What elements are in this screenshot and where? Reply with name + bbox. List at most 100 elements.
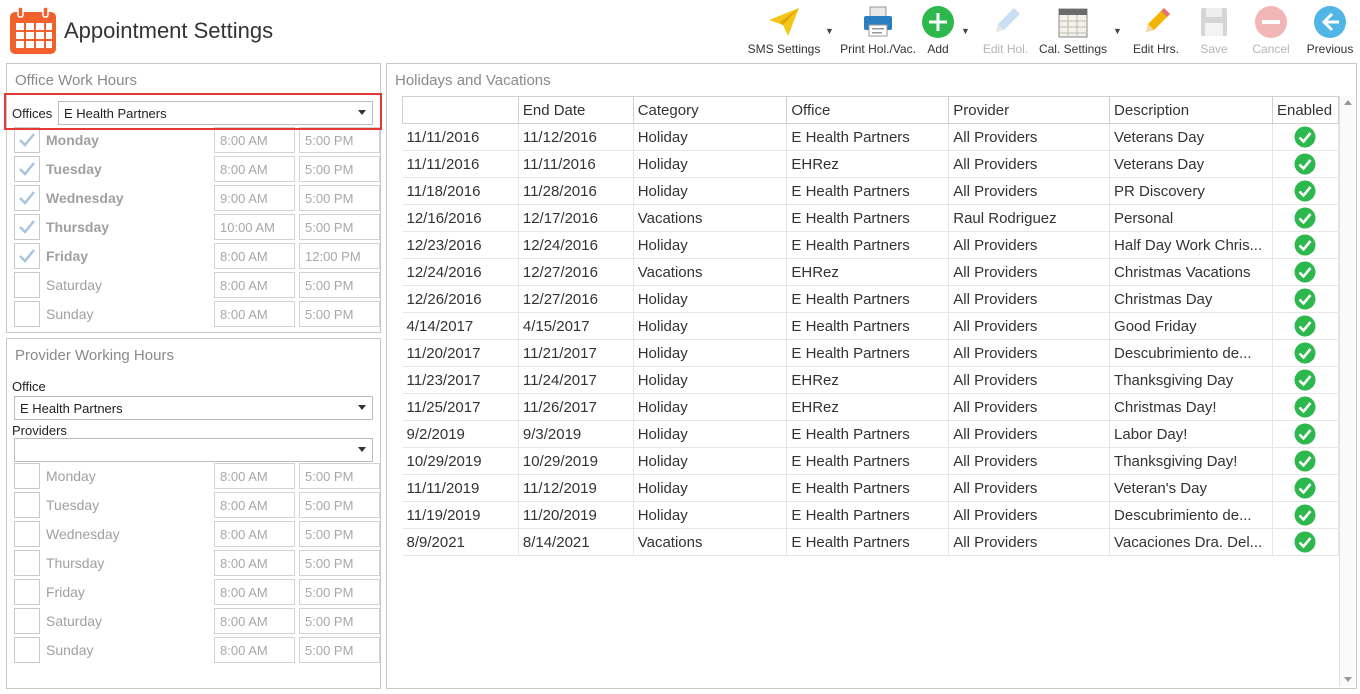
day-row-sunday: Sunday 8:00 AM 5:00 PM — [14, 637, 380, 664]
table-cell: 12/27/2016 — [518, 285, 634, 313]
table-row[interactable]: 11/19/2019 11/20/2019 Holiday E Health Part… — [402, 501, 1340, 529]
add-button[interactable]: Add — [918, 2, 958, 60]
edit-hours-button[interactable]: Edit Hrs. — [1128, 2, 1184, 60]
holidays-table[interactable]: End Date Category Office Provider Descriptio… — [402, 96, 1340, 556]
end-time-field[interactable]: 5:00 PM — [299, 579, 380, 605]
table-cell: Holiday — [633, 231, 788, 259]
day-checkbox[interactable] — [14, 214, 40, 240]
table-row[interactable]: 11/11/2016 11/11/2016 Holiday EHRez All Prov… — [402, 150, 1340, 178]
day-checkbox[interactable] — [14, 608, 40, 634]
table-row[interactable]: 9/2/2019 9/3/2019 Holiday E Health Partners… — [402, 420, 1340, 448]
previous-button[interactable]: Previous — [1304, 2, 1356, 60]
day-checkbox[interactable] — [14, 492, 40, 518]
end-time-field[interactable]: 5:00 PM — [299, 550, 380, 576]
column-header[interactable] — [402, 96, 519, 124]
start-time-field[interactable]: 9:00 AM — [214, 185, 295, 211]
scroll-down-icon[interactable] — [1344, 677, 1352, 682]
end-time-field[interactable]: 5:00 PM — [299, 127, 380, 153]
print-holidays-button[interactable]: Print Hol./Vac. — [838, 2, 918, 60]
table-cell: All Providers — [948, 150, 1111, 178]
vertical-scrollbar[interactable] — [1339, 96, 1355, 686]
end-time-field[interactable]: 5:00 PM — [299, 521, 380, 547]
sms-settings-button[interactable]: SMS Settings — [745, 2, 823, 60]
end-time-field[interactable]: 5:00 PM — [299, 185, 380, 211]
table-row[interactable]: 11/25/2017 11/26/2017 Holiday EHRez All Prov… — [402, 393, 1340, 421]
day-checkbox[interactable] — [14, 185, 40, 211]
start-time-field[interactable]: 8:00 AM — [214, 272, 295, 298]
start-time-field[interactable]: 8:00 AM — [214, 127, 295, 153]
calendar-settings-dropdown-arrow[interactable]: ▼ — [1113, 26, 1122, 36]
column-header[interactable]: Description — [1109, 96, 1273, 124]
day-checkbox[interactable] — [14, 579, 40, 605]
end-time-field[interactable]: 5:00 PM — [299, 214, 380, 240]
table-cell: E Health Partners — [786, 339, 950, 367]
end-time-field[interactable]: 5:00 PM — [299, 608, 380, 634]
day-checkbox[interactable] — [14, 637, 40, 663]
start-time-field[interactable]: 8:00 AM — [214, 550, 295, 576]
day-checkbox[interactable] — [14, 272, 40, 298]
table-row[interactable]: 12/23/2016 12/24/2016 Holiday E Health Part… — [402, 231, 1340, 259]
day-label: Sunday — [46, 306, 94, 322]
day-checkbox[interactable] — [14, 521, 40, 547]
column-header[interactable]: Provider — [948, 96, 1111, 124]
table-row[interactable]: 12/16/2016 12/17/2016 Vacations E Health Pa… — [402, 204, 1340, 232]
end-time-field[interactable]: 5:00 PM — [299, 637, 380, 663]
table-row[interactable]: 12/26/2016 12/27/2016 Holiday E Health Part… — [402, 285, 1340, 313]
providers-select[interactable] — [14, 438, 373, 462]
calendar-settings-button[interactable]: Cal. Settings — [1035, 2, 1111, 60]
end-time-field[interactable]: 5:00 PM — [299, 463, 380, 489]
table-cell: All Providers — [948, 474, 1111, 502]
table-row[interactable]: 10/29/2019 10/29/2019 Holiday E Health Part… — [402, 447, 1340, 475]
edit-holiday-button[interactable]: Edit Hol. — [978, 2, 1033, 60]
column-header[interactable]: Category — [632, 96, 788, 124]
save-button[interactable]: Save — [1192, 2, 1236, 60]
start-time-field[interactable]: 8:00 AM — [214, 579, 295, 605]
day-label: Sunday — [46, 642, 94, 658]
table-cell: Personal — [1109, 204, 1273, 232]
table-cell: All Providers — [948, 393, 1111, 421]
start-time-field[interactable]: 8:00 AM — [214, 608, 295, 634]
table-row[interactable]: 11/20/2017 11/21/2017 Holiday E Health Part… — [402, 339, 1340, 367]
provider-working-hours-title: Provider Working Hours — [15, 347, 174, 364]
end-time-field[interactable]: 5:00 PM — [299, 301, 380, 327]
printer-icon — [864, 6, 892, 37]
day-checkbox[interactable] — [14, 301, 40, 327]
start-time-field[interactable]: 8:00 AM — [214, 301, 295, 327]
day-checkbox[interactable] — [14, 243, 40, 269]
table-row[interactable]: 4/14/2017 4/15/2017 Holiday E Health Partne… — [402, 312, 1340, 340]
pencil-icon — [1146, 8, 1170, 32]
table-cell: 11/23/2017 — [402, 366, 519, 394]
start-time-field[interactable]: 8:00 AM — [214, 463, 295, 489]
column-header[interactable]: Enabled — [1271, 96, 1340, 124]
cancel-button[interactable]: Cancel — [1246, 2, 1296, 60]
day-checkbox[interactable] — [14, 550, 40, 576]
table-cell: Good Friday — [1109, 312, 1273, 340]
table-row[interactable]: 11/11/2019 11/12/2019 Holiday E Health Part… — [402, 474, 1340, 502]
start-time-field[interactable]: 8:00 AM — [214, 637, 295, 663]
day-checkbox[interactable] — [14, 127, 40, 153]
start-time-field[interactable]: 8:00 AM — [214, 156, 295, 182]
start-time-field[interactable]: 10:00 AM — [214, 214, 295, 240]
column-header[interactable]: Office — [786, 96, 950, 124]
table-cell: Christmas Day! — [1109, 393, 1273, 421]
table-row[interactable]: 11/23/2017 11/24/2017 Holiday EHRez All Prov… — [402, 366, 1340, 394]
table-row[interactable]: 11/18/2016 11/28/2016 Holiday E Health Part… — [402, 177, 1340, 205]
provider-office-select[interactable]: E Health Partners — [14, 396, 373, 420]
end-time-field[interactable]: 12:00 PM — [299, 243, 380, 269]
table-cell: 11/26/2017 — [518, 393, 634, 421]
add-dropdown-arrow[interactable]: ▼ — [961, 26, 970, 36]
start-time-field[interactable]: 8:00 AM — [214, 492, 295, 518]
sms-dropdown-arrow[interactable]: ▼ — [825, 26, 834, 36]
day-checkbox[interactable] — [14, 463, 40, 489]
day-checkbox[interactable] — [14, 156, 40, 182]
table-row[interactable]: 8/9/2021 8/14/2021 Vacations E Health Partn… — [402, 528, 1340, 556]
start-time-field[interactable]: 8:00 AM — [214, 521, 295, 547]
start-time-field[interactable]: 8:00 AM — [214, 243, 295, 269]
table-row[interactable]: 11/11/2016 11/12/2016 Holiday E Health Part… — [402, 123, 1340, 151]
end-time-field[interactable]: 5:00 PM — [299, 272, 380, 298]
end-time-field[interactable]: 5:00 PM — [299, 156, 380, 182]
scroll-up-icon[interactable] — [1344, 100, 1352, 105]
table-row[interactable]: 12/24/2016 12/27/2016 Vacations EHRez All Pr… — [402, 258, 1340, 286]
end-time-field[interactable]: 5:00 PM — [299, 492, 380, 518]
column-header[interactable]: End Date — [517, 96, 634, 124]
